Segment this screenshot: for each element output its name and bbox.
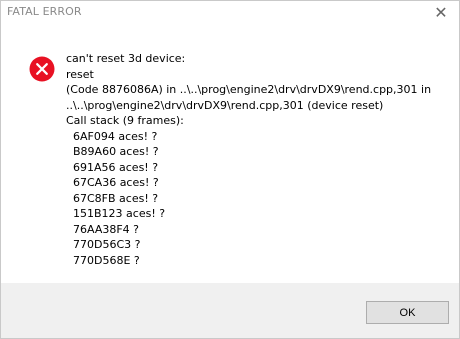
dialog-content: can't reset 3d device: reset (Code 88760…: [1, 25, 459, 283]
close-icon[interactable]: ✕: [429, 3, 453, 23]
error-dialog: FATAL ERROR ✕ can't reset 3d device: res…: [0, 0, 460, 339]
error-message: can't reset 3d device: reset (Code 88760…: [66, 51, 452, 268]
stack-frame: 67C8FB aces! ?: [73, 191, 159, 205]
ok-button[interactable]: OK: [366, 301, 449, 324]
stack-frame: 691A56 aces! ?: [73, 160, 159, 174]
stack-frame: 67CA36 aces! ?: [73, 176, 159, 189]
message-line: reset: [66, 67, 94, 81]
stack-frame: B89A60 aces! ?: [73, 145, 159, 158]
title-bar: FATAL ERROR ✕: [1, 1, 459, 25]
window-title: FATAL ERROR: [7, 5, 82, 18]
stack-frame: 151B123 aces! ?: [73, 207, 166, 220]
stack-frame: 6AF094 aces! ?: [73, 129, 158, 143]
stack-frame: 76AA38F4 ?: [73, 222, 140, 236]
error-icon: [29, 56, 55, 82]
message-line: ..\..\prog\engine2\drv\drvDX9\rend.cpp,3…: [66, 98, 384, 112]
call-stack-header: Call stack (9 frames):: [66, 114, 184, 127]
button-bar: OK: [1, 283, 459, 338]
stack-frame: 770D56C3 ?: [73, 238, 141, 251]
stack-frame: 770D568E ?: [73, 253, 140, 267]
message-line: can't reset 3d device:: [66, 52, 186, 65]
message-line: (Code 8876086A) in ..\..\prog\engine2\dr…: [66, 83, 432, 96]
